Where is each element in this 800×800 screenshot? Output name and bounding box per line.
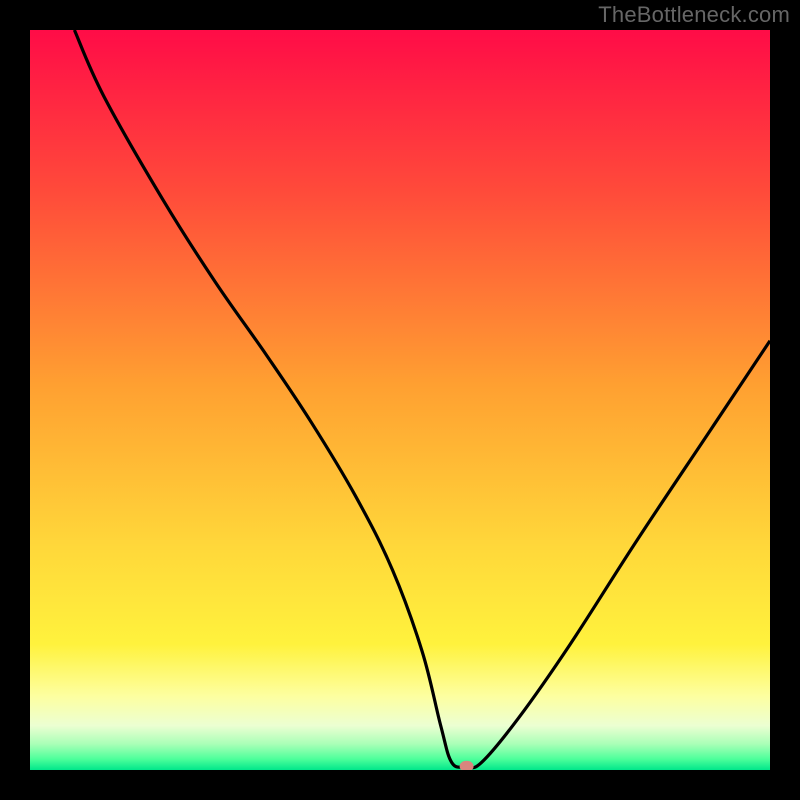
plot-area xyxy=(30,30,770,770)
chart-frame: TheBottleneck.com xyxy=(0,0,800,800)
gradient-background xyxy=(30,30,770,770)
plot-svg xyxy=(30,30,770,770)
watermark-text: TheBottleneck.com xyxy=(598,2,790,28)
